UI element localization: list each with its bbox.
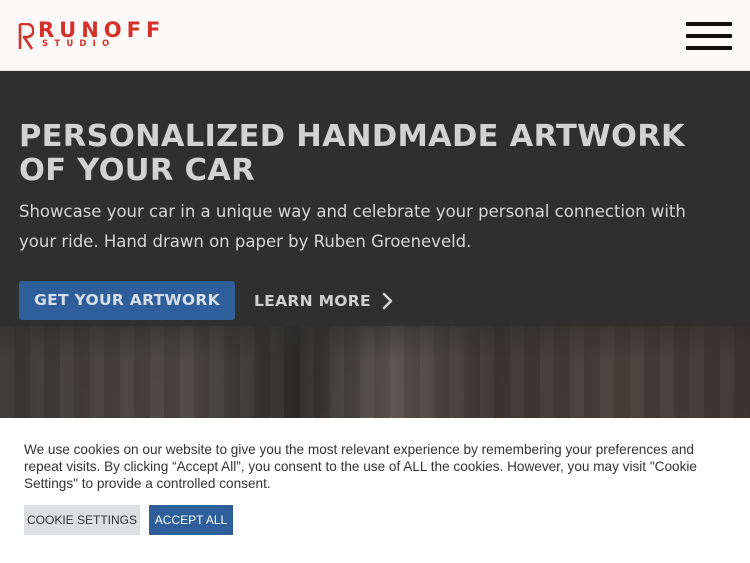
logo-subtitle: STUDIO xyxy=(42,39,116,49)
cookie-notice-text: We use cookies on our website to give yo… xyxy=(24,442,697,491)
cookie-settings-button[interactable]: Cookie Settings xyxy=(24,505,140,535)
hamburger-menu-icon[interactable] xyxy=(686,21,732,51)
runoff-studio-logo[interactable]: RUNOFF STUDIO xyxy=(18,18,180,52)
learn-more-link[interactable]: LEARN MORE xyxy=(254,281,394,320)
learn-more-label: LEARN MORE xyxy=(254,291,371,310)
menu-bar-middle xyxy=(686,34,732,38)
get-your-artwork-button[interactable]: GET YOUR ARTWORK xyxy=(19,281,235,320)
logo-wordmark: RUNOFF xyxy=(38,18,166,42)
hero-section: PERSONALIZED HANDMADE ARTWORK OF YOUR CA… xyxy=(0,71,750,418)
accept-all-button[interactable]: Accept All xyxy=(149,505,233,535)
menu-bar-bottom xyxy=(686,46,732,50)
site-header: RUNOFF STUDIO xyxy=(0,0,750,71)
logo-mark-icon xyxy=(18,23,34,50)
hero-subtitle: Showcase your car in a unique way and ce… xyxy=(19,202,686,251)
chevron-right-icon xyxy=(382,292,393,309)
cookie-consent-banner: We use cookies on our website to give yo… xyxy=(0,418,750,563)
hero-title: PERSONALIZED HANDMADE ARTWORK OF YOUR CA… xyxy=(19,119,685,188)
menu-bar-top xyxy=(686,22,732,26)
